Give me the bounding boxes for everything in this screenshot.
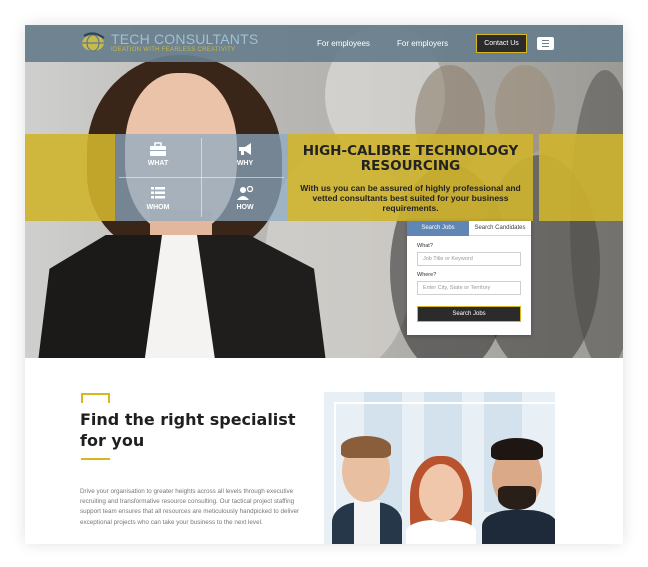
person-gear-icon <box>237 185 254 200</box>
title-accent-bracket <box>81 393 110 403</box>
briefcase-icon <box>150 142 166 156</box>
megaphone-icon <box>239 143 251 155</box>
hamburger-icon[interactable] <box>537 37 554 50</box>
what-label: What? <box>417 243 433 249</box>
feature-grid: WHAT WHY WHOM HOW <box>115 134 288 221</box>
search-jobs-button[interactable]: Search Jobs <box>417 306 521 322</box>
hero-band-right <box>539 134 623 221</box>
grid-item-what[interactable]: WHAT <box>115 134 201 177</box>
job-search-widget: Search Jobs Search Candidates What? Job … <box>407 221 531 335</box>
site-header: TECH CONSULTANTS IDEATION WITH FEARLESS … <box>25 25 623 62</box>
contact-us-button[interactable]: Contact Us <box>476 34 527 53</box>
hero-section: HIGH-CALIBRE TECHNOLOGY RESOURCING With … <box>25 25 623 358</box>
nav-for-employees[interactable]: For employees <box>317 39 370 48</box>
brand-title[interactable]: TECH CONSULTANTS <box>111 31 258 47</box>
hero-subtitle: With us you can be assured of highly pro… <box>300 183 521 213</box>
brand-tagline: IDEATION WITH FEARLESS CREATIVITY <box>111 47 236 53</box>
grid-item-label: HOW <box>236 204 254 211</box>
title-accent-underline <box>81 458 110 460</box>
where-input[interactable]: Enter City, State or Territory <box>417 281 521 295</box>
tab-search-candidates[interactable]: Search Candidates <box>469 221 531 236</box>
grid-item-whom[interactable]: WHOM <box>115 178 201 221</box>
nav-for-employers[interactable]: For employers <box>397 39 448 48</box>
grid-item-label: WHAT <box>147 160 169 167</box>
section-body: Drive your organisation to greater heigh… <box>80 488 300 526</box>
where-label: Where? <box>417 272 437 278</box>
what-input[interactable]: Job Title or Keyword <box>417 252 521 266</box>
grid-item-why[interactable]: WHY <box>202 134 288 177</box>
tab-search-jobs[interactable]: Search Jobs <box>407 221 469 236</box>
grid-item-label: WHY <box>236 160 254 167</box>
team-photo <box>324 392 555 544</box>
hero-title: HIGH-CALIBRE TECHNOLOGY RESOURCING <box>302 143 519 174</box>
grid-item-label: WHOM <box>146 204 170 211</box>
grid-item-how[interactable]: HOW <box>202 178 288 221</box>
section-title: Find the right specialist for you <box>80 410 296 450</box>
list-icon <box>151 187 165 199</box>
logo-globe-icon <box>82 32 105 52</box>
hero-band-left <box>25 134 115 221</box>
website-page: HIGH-CALIBRE TECHNOLOGY RESOURCING With … <box>25 25 623 544</box>
